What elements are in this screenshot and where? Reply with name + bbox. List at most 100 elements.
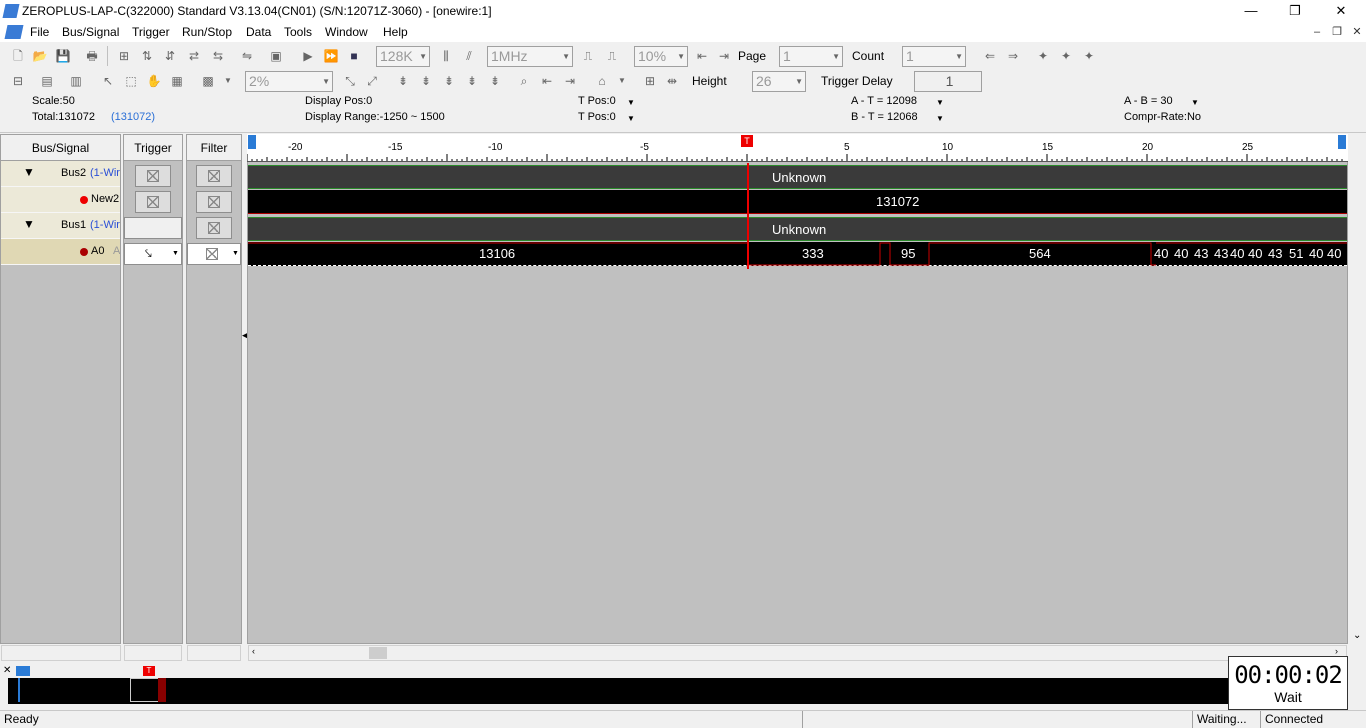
signal-row-new2[interactable]: New2 — [1, 187, 120, 213]
mdi-minimize-icon[interactable]: – — [1308, 24, 1326, 40]
filter-cell-new2[interactable] — [196, 191, 232, 213]
left-panel-scrollbar[interactable] — [1, 645, 121, 661]
signal-row-a0[interactable]: A0 A — [1, 239, 120, 265]
overview-a-marker[interactable] — [16, 666, 30, 676]
trigger-cell-new2[interactable] — [135, 191, 171, 213]
trigger-cursor-line[interactable] — [747, 163, 749, 269]
trigger-header[interactable]: Trigger — [124, 135, 182, 161]
percent-select[interactable]: 2% ▼ — [245, 71, 333, 92]
bar-5-icon[interactable]: ⇟ — [485, 71, 505, 91]
trigger-cell-bus1[interactable] — [124, 217, 182, 239]
trigger-condition-icon[interactable]: ⇆ — [208, 46, 228, 66]
waveform-icon[interactable]: ⎍ — [578, 46, 598, 66]
trigger-settings-icon[interactable]: ⊞ — [114, 46, 134, 66]
scroll-right-icon[interactable]: › — [1335, 646, 1338, 656]
search-prev-icon[interactable]: ⇤ — [537, 71, 557, 91]
scroll-thumb[interactable] — [369, 647, 387, 659]
hand-icon[interactable]: ✋ — [144, 71, 164, 91]
filter-a0-dropdown-icon[interactable]: ▼ — [232, 250, 239, 257]
run-repeat-icon[interactable]: ⏩ — [321, 46, 341, 66]
filter-cell-bus1[interactable] — [196, 217, 232, 239]
a-minus-b-dropdown-icon[interactable]: ▼ — [1191, 98, 1199, 107]
trigger-cell-bus2[interactable] — [135, 165, 171, 187]
menu-trigger[interactable]: Trigger — [132, 25, 170, 39]
run-icon[interactable]: ▶ — [298, 46, 318, 66]
select-icon[interactable]: ⬚ — [121, 71, 141, 91]
collapse-bus2-icon[interactable]: ▼ — [23, 165, 35, 179]
waveform-area[interactable]: Unknown 131072 Unknown 13106 333 95 564 … — [247, 134, 1348, 661]
print-icon[interactable]: 🖶 — [82, 46, 102, 66]
height-select[interactable]: 26 ▼ — [752, 71, 806, 92]
b-minus-t-dropdown-icon[interactable]: ▼ — [936, 114, 944, 123]
menu-tools[interactable]: Tools — [284, 25, 312, 39]
cursor-t-icon[interactable]: ✦ — [1079, 46, 1099, 66]
trigger-delay-field[interactable]: 1 — [914, 71, 982, 92]
a0-lane[interactable]: 13106 333 95 564 40 40 43 43 40 40 43 51… — [248, 242, 1347, 266]
restore-button[interactable]: ❐ — [1272, 0, 1318, 22]
trigger-cell-a0[interactable]: ⤥ ▼ — [124, 243, 182, 265]
grid-dropdown-icon[interactable]: ▼ — [218, 71, 238, 91]
compress-icon[interactable]: ⫼ — [436, 46, 456, 66]
cursor-b-icon[interactable]: ✦ — [1056, 46, 1076, 66]
cursor-b-marker[interactable] — [1338, 135, 1346, 149]
menu-run-stop[interactable]: Run/Stop — [182, 25, 232, 39]
sample-rate-select[interactable]: 1MHz ▼ — [487, 46, 573, 67]
pointer-icon[interactable]: ↖ — [98, 71, 118, 91]
t-pos-a-dropdown-icon[interactable]: ▼ — [627, 98, 635, 107]
expand-icon[interactable]: ⫽ — [459, 46, 479, 66]
measure-icon[interactable]: ▦ — [167, 71, 187, 91]
open-folder-icon[interactable]: 📂 — [30, 46, 50, 66]
clock-icon[interactable]: ⎍ — [602, 46, 622, 66]
menu-data[interactable]: Data — [246, 25, 271, 39]
bus-property-icon[interactable]: ⊟ — [8, 71, 28, 91]
page-prev-icon[interactable]: ⇤ — [692, 46, 712, 66]
trigger-rise-icon[interactable]: ⇅ — [137, 46, 157, 66]
home-dropdown-icon[interactable]: ▼ — [612, 71, 632, 91]
bar-3-icon[interactable]: ⇟ — [439, 71, 459, 91]
zoom-in-icon[interactable]: ⤡ — [340, 71, 360, 91]
cursor-a-marker[interactable] — [248, 135, 256, 149]
move-left-icon[interactable]: ⇐ — [980, 46, 1000, 66]
waveform-scrollbar[interactable]: ‹ › — [248, 645, 1347, 661]
save-icon[interactable]: 💾 — [53, 46, 73, 66]
cursor-a-icon[interactable]: ✦ — [1033, 46, 1053, 66]
trigger-fall-icon[interactable]: ⇵ — [160, 46, 180, 66]
zoom-select[interactable]: 10% ▼ — [634, 46, 688, 67]
bar-4-icon[interactable]: ⇟ — [462, 71, 482, 91]
stop-icon[interactable]: ■ — [344, 46, 364, 66]
minimize-button[interactable]: — — [1228, 0, 1274, 22]
mdi-close-icon[interactable]: ✕ — [1348, 24, 1366, 40]
collapse-bus1-icon[interactable]: ▼ — [23, 217, 35, 231]
binoculars-icon[interactable]: ⌕ — [514, 71, 534, 91]
count-select[interactable]: 1 ▼ — [902, 46, 966, 67]
sample-depth-select[interactable]: 128K ▼ — [376, 46, 430, 67]
menu-bus-signal[interactable]: Bus/Signal — [62, 25, 119, 39]
vertical-scrollbar[interactable]: ⌄ — [1349, 134, 1366, 644]
time-ruler[interactable]: -20 -15 -10 -5 5 10 15 20 25 T — [247, 134, 1348, 162]
menu-help[interactable]: Help — [383, 25, 408, 39]
page-next-icon[interactable]: ⇥ — [714, 46, 734, 66]
link-icon[interactable]: ⇹ — [662, 71, 682, 91]
trigger-panel-scrollbar[interactable] — [124, 645, 182, 661]
filter-panel-scrollbar[interactable] — [187, 645, 241, 661]
filter-header[interactable]: Filter — [187, 135, 241, 161]
menu-window[interactable]: Window — [325, 25, 368, 39]
search-next-icon[interactable]: ⇥ — [560, 71, 580, 91]
overview-strip[interactable] — [8, 678, 1228, 704]
scroll-left-icon[interactable]: ‹ — [252, 646, 255, 656]
mdi-restore-icon[interactable]: ❐ — [1328, 24, 1346, 40]
bar-1-icon[interactable]: ⇟ — [393, 71, 413, 91]
trigger-edge-icon[interactable]: ⇄ — [184, 46, 204, 66]
t-pos-b-dropdown-icon[interactable]: ▼ — [627, 114, 635, 123]
bus2-lane[interactable]: Unknown — [248, 165, 1347, 189]
bus-icon[interactable]: ⊞ — [640, 71, 660, 91]
zoom-fit-icon[interactable]: ⤢ — [362, 71, 382, 91]
group-icon[interactable]: ▥ — [66, 71, 86, 91]
scroll-down-icon[interactable]: ⌄ — [1353, 630, 1361, 641]
trigger-channel-icon[interactable]: ⇋ — [237, 46, 257, 66]
data-export-icon[interactable]: ▣ — [266, 46, 286, 66]
page-select[interactable]: 1 ▼ — [779, 46, 843, 67]
new2-lane[interactable]: 131072 — [248, 190, 1347, 214]
bar-2-icon[interactable]: ⇟ — [416, 71, 436, 91]
bus-row-bus2[interactable]: ▼ Bus2 (1-Wir — [1, 161, 120, 187]
